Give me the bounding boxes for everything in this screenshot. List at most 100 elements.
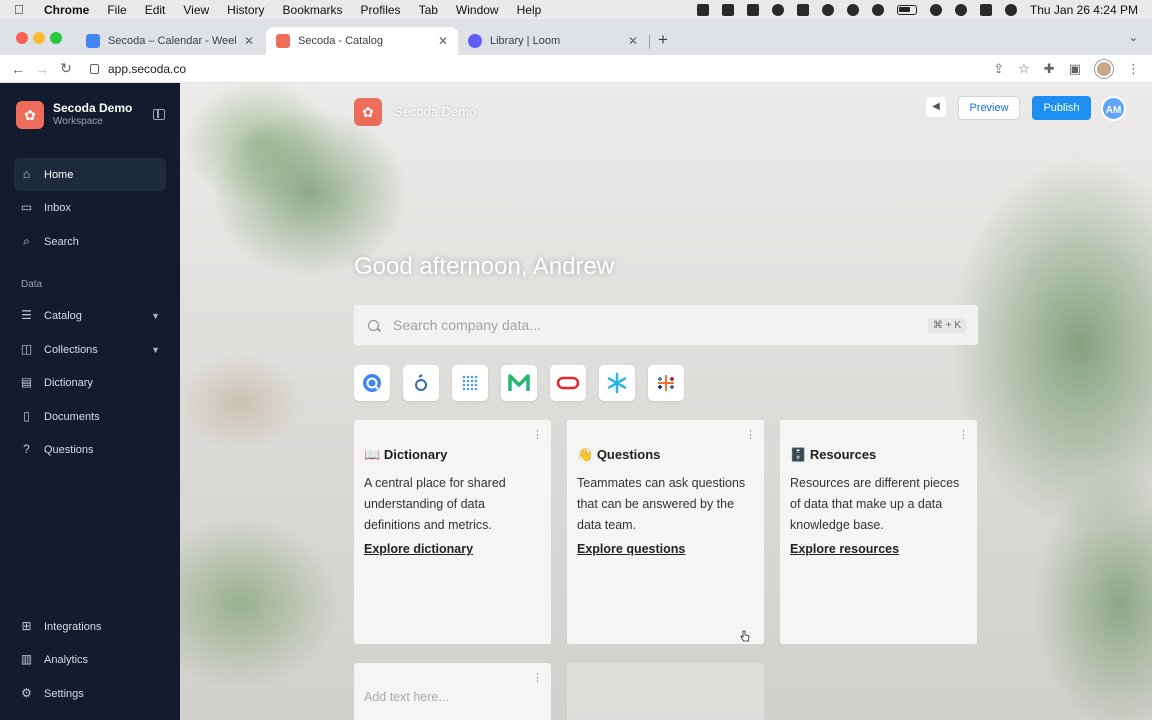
card-title: 👋 Questions xyxy=(577,447,660,463)
sidebar-item-questions[interactable]: ? Questions xyxy=(14,433,166,466)
sidebar-item-label: Analytics xyxy=(44,653,89,666)
text-card[interactable]: ⋮ Add text here... xyxy=(354,663,551,720)
publish-button[interactable]: Publish xyxy=(1032,96,1091,120)
url-field[interactable]: app.secoda.co xyxy=(90,62,186,76)
tab-calendar[interactable]: Secoda – Calendar - Week of 2 ✕ xyxy=(76,27,264,55)
secoda-logo-icon: ✿ xyxy=(16,101,44,129)
more-menu-icon[interactable]: ⋮ xyxy=(1127,61,1140,77)
metabase-icon[interactable] xyxy=(452,365,488,401)
sidebar-item-analytics[interactable]: ▥ Analytics xyxy=(14,643,166,676)
profile-avatar-icon[interactable] xyxy=(1095,59,1113,78)
menu-file[interactable]: File xyxy=(107,3,126,17)
forward-arrow-icon[interactable]: → xyxy=(30,61,54,77)
side-panel-icon[interactable]: ▣ xyxy=(1069,61,1081,77)
snowflake-icon[interactable] xyxy=(599,365,635,401)
chevron-down-icon[interactable]: ▼ xyxy=(151,345,160,355)
more-options-icon[interactable]: ⋮ xyxy=(745,428,756,441)
window-zoom-icon[interactable] xyxy=(50,32,62,44)
browser-address-bar: ← → ↻ app.secoda.co ⇪ ☆ ✚ ▣ ⋮ xyxy=(0,55,1152,83)
workspace-switcher[interactable]: ✿ Secoda Demo Workspace xyxy=(16,101,132,129)
card-title-text: Resources xyxy=(809,447,877,462)
sidebar-item-home[interactable]: ⌂ Home xyxy=(14,158,166,191)
oracle-icon[interactable] xyxy=(550,365,586,401)
sidebar-item-settings[interactable]: ⚙ Settings xyxy=(14,677,166,710)
window-close-icon[interactable] xyxy=(16,32,28,44)
announcement-button[interactable]: ◀ xyxy=(926,97,946,117)
grid-icon[interactable] xyxy=(721,3,734,16)
macos-menu-bar:  Chrome File Edit View History Bookmark… xyxy=(0,0,1152,19)
user-avatar[interactable]: AM xyxy=(1101,96,1126,121)
menu-profiles[interactable]: Profiles xyxy=(361,3,401,17)
mode-icon[interactable] xyxy=(501,365,537,401)
sidebar-item-label: Catalog xyxy=(44,309,82,322)
back-arrow-icon[interactable]: ← xyxy=(6,61,30,77)
explore-dictionary-link[interactable]: Explore dictionary xyxy=(364,542,473,556)
menu-edit[interactable]: Edit xyxy=(145,3,166,17)
lock-icon[interactable] xyxy=(90,63,99,74)
sidebar-item-integrations[interactable]: ⊞ Integrations xyxy=(14,610,166,643)
preview-button[interactable]: Preview xyxy=(958,96,1020,120)
explore-questions-link[interactable]: Explore questions xyxy=(577,542,685,556)
card-title: 🗄️ Resources xyxy=(790,447,876,463)
sidebar-item-inbox[interactable]: ▭ Inbox xyxy=(14,191,166,224)
status-app-icon[interactable] xyxy=(746,3,759,16)
status-app-icon[interactable] xyxy=(771,3,784,16)
sidebar-item-dictionary[interactable]: ▤ Dictionary xyxy=(14,366,166,399)
extensions-puzzle-icon[interactable]: ✚ xyxy=(1044,61,1055,77)
menu-clock[interactable]: Thu Jan 26 4:24 PM xyxy=(1030,3,1138,17)
wifi-icon[interactable] xyxy=(929,3,942,16)
new-tab-plus-icon[interactable]: + xyxy=(658,30,668,50)
menu-tab[interactable]: Tab xyxy=(419,3,438,17)
more-options-icon[interactable]: ⋮ xyxy=(958,428,969,441)
apple-menu-icon[interactable]:  xyxy=(14,2,30,17)
close-icon[interactable]: ✕ xyxy=(628,34,638,48)
text-card-placeholder[interactable]: Add text here... xyxy=(364,690,449,704)
menu-chrome[interactable]: Chrome xyxy=(44,3,89,17)
sidebar-item-documents[interactable]: ▯ Documents xyxy=(14,400,166,433)
close-icon[interactable]: ✕ xyxy=(244,34,254,48)
reload-icon[interactable]: ↻ xyxy=(54,60,78,77)
share-icon[interactable]: ⇪ xyxy=(993,61,1004,77)
more-options-icon[interactable]: ⋮ xyxy=(532,671,543,684)
spotlight-icon[interactable] xyxy=(954,3,967,16)
company-search-bar[interactable]: ⌘ + K xyxy=(354,305,978,345)
status-app-icon[interactable] xyxy=(821,3,834,16)
sidebar: ✿ Secoda Demo Workspace ⌂ Home ▭ Inbox ⌕… xyxy=(0,83,180,720)
window-minimize-icon[interactable] xyxy=(33,32,45,44)
moon-icon[interactable] xyxy=(871,3,884,16)
menu-help[interactable]: Help xyxy=(517,3,542,17)
empty-card[interactable] xyxy=(567,663,764,720)
battery-icon[interactable] xyxy=(896,4,917,15)
megaphone-icon: ◀ xyxy=(932,101,940,112)
explore-resources-link[interactable]: Explore resources xyxy=(790,542,899,556)
play-icon[interactable] xyxy=(846,3,859,16)
close-icon[interactable]: ✕ xyxy=(438,34,448,48)
settings-icon: ⚙ xyxy=(21,686,32,700)
sidebar-item-collections[interactable]: ◫ Collections ▼ xyxy=(14,333,166,366)
control-center-icon[interactable] xyxy=(979,3,992,16)
sidebar-item-catalog[interactable]: ☰ Catalog ▼ xyxy=(14,299,166,332)
collapse-sidebar-icon[interactable] xyxy=(153,109,165,120)
bookmark-star-icon[interactable]: ☆ xyxy=(1018,61,1030,77)
tab-catalog[interactable]: Secoda - Catalog ✕ xyxy=(266,27,458,55)
tableau-icon[interactable] xyxy=(648,365,684,401)
sidebar-item-search[interactable]: ⌕ Search xyxy=(14,225,166,258)
status-app-icon[interactable] xyxy=(796,3,809,16)
more-options-icon[interactable]: ⋮ xyxy=(532,428,543,441)
menu-window[interactable]: Window xyxy=(456,3,499,17)
url-text: app.secoda.co xyxy=(108,61,187,76)
chevron-down-icon[interactable]: ⌄ xyxy=(1129,31,1138,44)
siri-icon[interactable] xyxy=(1004,3,1017,16)
sidebar-item-label: Questions xyxy=(44,443,94,456)
menu-bookmarks[interactable]: Bookmarks xyxy=(283,3,343,17)
census-icon[interactable] xyxy=(403,365,439,401)
menu-history[interactable]: History xyxy=(227,3,264,17)
questions-icon: ? xyxy=(23,442,30,456)
menu-view[interactable]: View xyxy=(183,3,209,17)
status-app-icon[interactable] xyxy=(696,3,709,16)
tab-loom[interactable]: Library | Loom ✕ xyxy=(458,27,648,55)
secoda-logo-icon: ✿ xyxy=(354,98,382,126)
chevron-down-icon[interactable]: ▼ xyxy=(151,311,160,321)
looker-icon[interactable] xyxy=(354,365,390,401)
company-search-input[interactable] xyxy=(393,317,913,333)
